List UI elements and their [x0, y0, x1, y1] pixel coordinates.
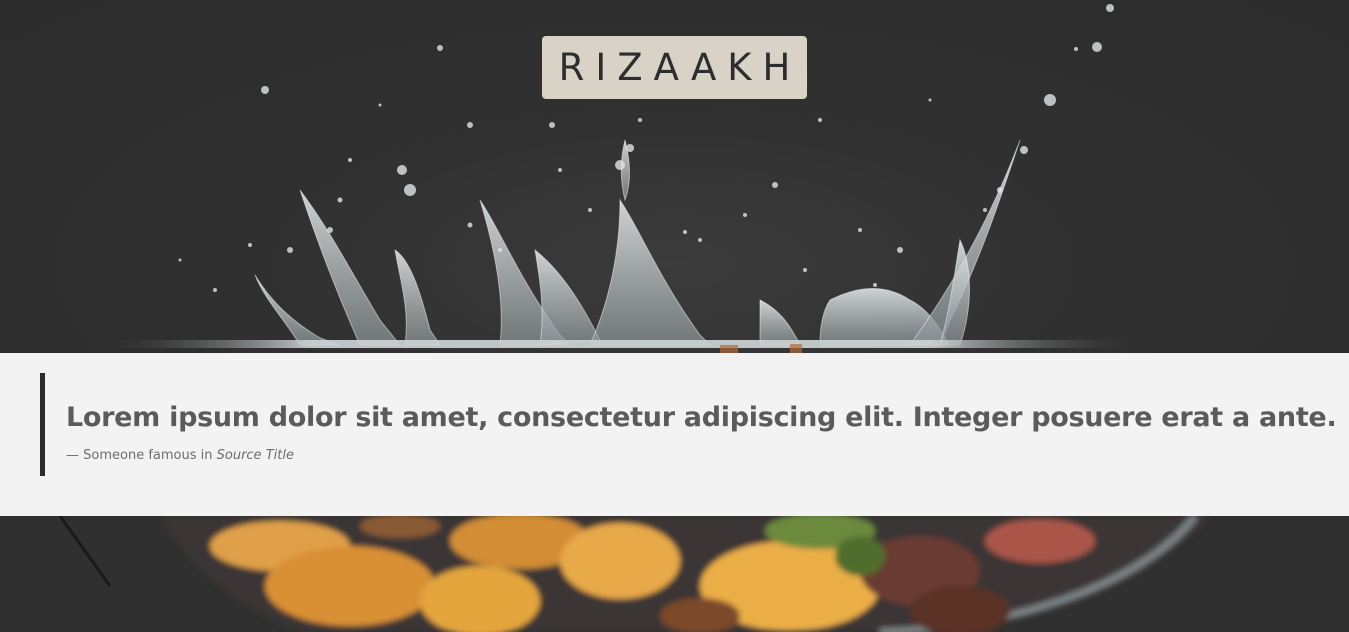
- site-logo[interactable]: RIZAAKH: [542, 36, 807, 99]
- quote-footer: — Someone famous in Source Title: [66, 448, 294, 463]
- quote-attribution: — Someone famous in: [66, 448, 217, 463]
- quote-source-title: Source Title: [216, 448, 294, 463]
- quote-text: Lorem ipsum dolor sit amet, consectetur …: [66, 402, 1337, 433]
- quote-border: [40, 373, 45, 476]
- quote-section: Lorem ipsum dolor sit amet, consectetur …: [0, 353, 1349, 516]
- food-image: [0, 516, 1349, 632]
- hero-banner: RIZAAKH: [0, 0, 1349, 353]
- food-pan-image: [0, 516, 1349, 632]
